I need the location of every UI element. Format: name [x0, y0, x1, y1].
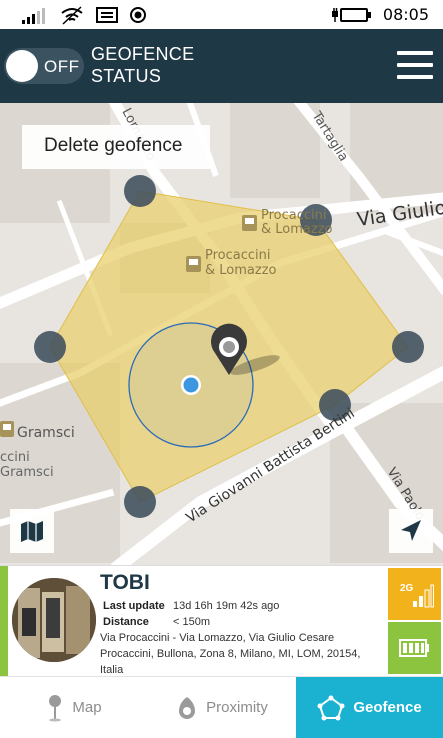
device-avatar — [12, 578, 96, 662]
page-title: GEOFENCE STATUS — [91, 43, 211, 87]
locate-me-button[interactable] — [389, 509, 433, 553]
map-layers-button[interactable] — [10, 509, 54, 553]
tab-proximity-label: Proximity — [206, 699, 268, 716]
app-header: OFF GEOFENCE STATUS — [0, 29, 443, 103]
geofence-vertex-handle — [34, 331, 66, 363]
bottom-tab-bar: Map Proximity Geofence — [0, 676, 443, 738]
battery-status-tile — [388, 622, 441, 674]
location-service-icon — [130, 7, 146, 23]
geofence-vertex-handle — [124, 486, 156, 518]
geofence-vertex-handle — [124, 175, 156, 207]
device-address: Via Procaccini - Via Lomazzo, Via Giulio… — [100, 632, 361, 676]
battery-icon — [340, 8, 371, 22]
wifi-icon — [61, 6, 83, 25]
map-label-gramsci1: Gramsci — [17, 425, 75, 441]
page-title-line1: GEOFENCE — [91, 44, 195, 64]
signal-status-tile: 2G — [388, 568, 441, 620]
toggle-knob — [6, 50, 38, 82]
tab-geofence[interactable]: Geofence — [296, 677, 443, 738]
map-label-gramsci2-line2: Gramsci — [0, 465, 54, 480]
status-bar: 08:05 — [0, 0, 443, 29]
proximity-icon — [179, 696, 196, 719]
geofence-status-toggle[interactable]: OFF — [4, 48, 84, 84]
tab-map-label: Map — [72, 699, 102, 716]
tab-map[interactable]: Map — [0, 677, 148, 738]
map-icon — [21, 521, 43, 542]
map-label-poi1-line1: Procaccini — [261, 208, 327, 223]
geofence-vertex-handle — [392, 331, 424, 363]
navigation-arrow-icon — [401, 520, 421, 541]
status-time: 08:05 — [382, 5, 429, 24]
menu-icon[interactable] — [395, 51, 435, 81]
map-label-gramsci2-line1: ccini — [0, 450, 30, 465]
distance-value: < 150m — [173, 616, 210, 628]
delete-geofence-button[interactable]: Delete geofence — [22, 125, 210, 169]
last-update-value: 13d 16h 19m 42s ago — [173, 600, 280, 612]
toggle-label: OFF — [44, 57, 80, 76]
signal-bars-icon — [413, 584, 434, 608]
map-pin-icon — [49, 694, 62, 721]
tab-geofence-label: Geofence — [353, 699, 422, 716]
distance-label: Distance — [103, 616, 149, 628]
page-title-line2: STATUS — [91, 66, 162, 86]
geofence-icon — [317, 695, 345, 720]
tab-proximity[interactable]: Proximity — [148, 677, 296, 738]
map-label-poi1-line2: & Lomazzo — [261, 222, 333, 237]
map-label-poi2-line1: Procaccini — [205, 248, 271, 263]
signal-strength-icon — [22, 6, 47, 24]
battery-full-icon — [399, 639, 429, 657]
status-accent-bar — [0, 566, 8, 676]
last-update-label: Last update — [103, 600, 165, 612]
map-view[interactable]: Procaccini & Lomazzo Procaccini & Lomazz… — [0, 103, 443, 565]
charging-icon — [332, 8, 338, 22]
map-label-poi2-line2: & Lomazzo — [205, 263, 277, 278]
device-info-card[interactable]: TOBI Last update 13d 16h 19m 42s ago Dis… — [0, 565, 443, 676]
device-name: TOBI — [100, 571, 150, 594]
map-canvas: Procaccini & Lomazzo Procaccini & Lomazz… — [0, 103, 443, 565]
message-icon — [96, 7, 118, 23]
